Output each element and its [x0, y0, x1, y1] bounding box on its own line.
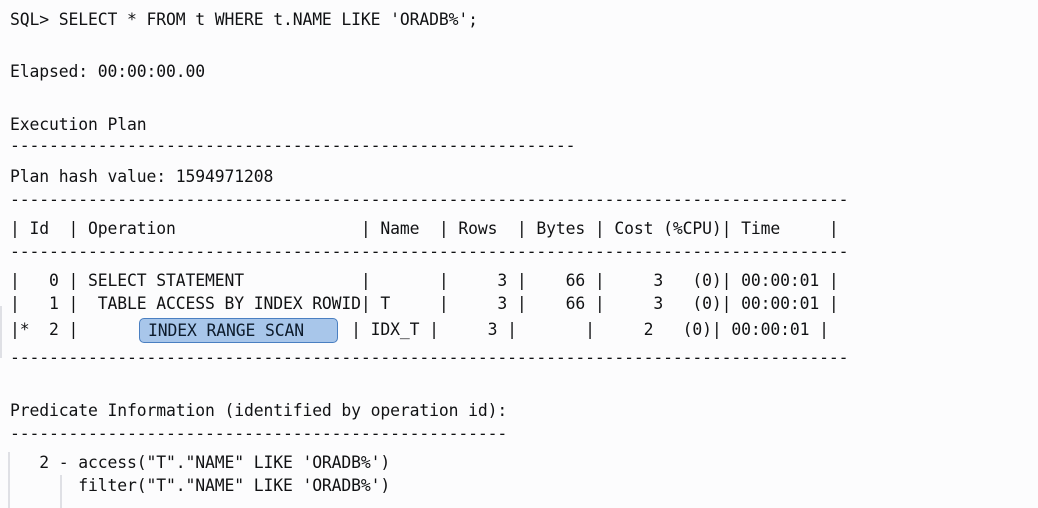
table-row: |* 2 | | IDX_T | 3 | | 2 (0)| 00:00:01 |	[10, 318, 829, 341]
plan-table-rule-bottom: ----------------------------------------…	[10, 348, 849, 367]
predicate-entry-filter: filter("T"."NAME" LIKE 'ORADB%')	[10, 476, 391, 495]
table-row: | 1 | TABLE ACCESS BY INDEX ROWID| T | 3…	[10, 294, 839, 313]
plan-hash-value-line: Plan hash value: 1594971208	[10, 167, 274, 186]
predicate-entry-access: 2 - access("T"."NAME" LIKE 'ORADB%')	[10, 453, 391, 472]
plan-table-rule-top: ----------------------------------------…	[10, 190, 849, 209]
plan-table-rule-header: ----------------------------------------…	[10, 242, 849, 261]
table-row-suffix: | IDX_T | 3 | | 2 (0)| 00:00:01 |	[263, 320, 829, 339]
table-row-prefix: |* 2 |	[10, 320, 108, 339]
table-row: | 0 | SELECT STATEMENT | | 3 | 66 | 3 (0…	[10, 271, 839, 290]
predicate-information-heading: Predicate Information (identified by ope…	[10, 401, 508, 420]
sql-statement-line: SQL> SELECT * FROM t WHERE t.NAME LIKE '…	[10, 10, 478, 29]
terminal-output: SQL> SELECT * FROM t WHERE t.NAME LIKE '…	[0, 0, 1038, 508]
execution-plan-heading: Execution Plan	[10, 115, 147, 134]
indent-guide-plan	[0, 306, 2, 358]
execution-plan-heading-rule: ----------------------------------------…	[10, 136, 576, 155]
highlighted-operation-label[interactable]: INDEX RANGE SCAN	[148, 319, 304, 342]
predicate-information-rule: ----------------------------------------…	[10, 424, 508, 443]
elapsed-line: Elapsed: 00:00:00.00	[10, 62, 205, 81]
plan-table-header-row: | Id | Operation | Name | Rows | Bytes |…	[10, 219, 839, 238]
